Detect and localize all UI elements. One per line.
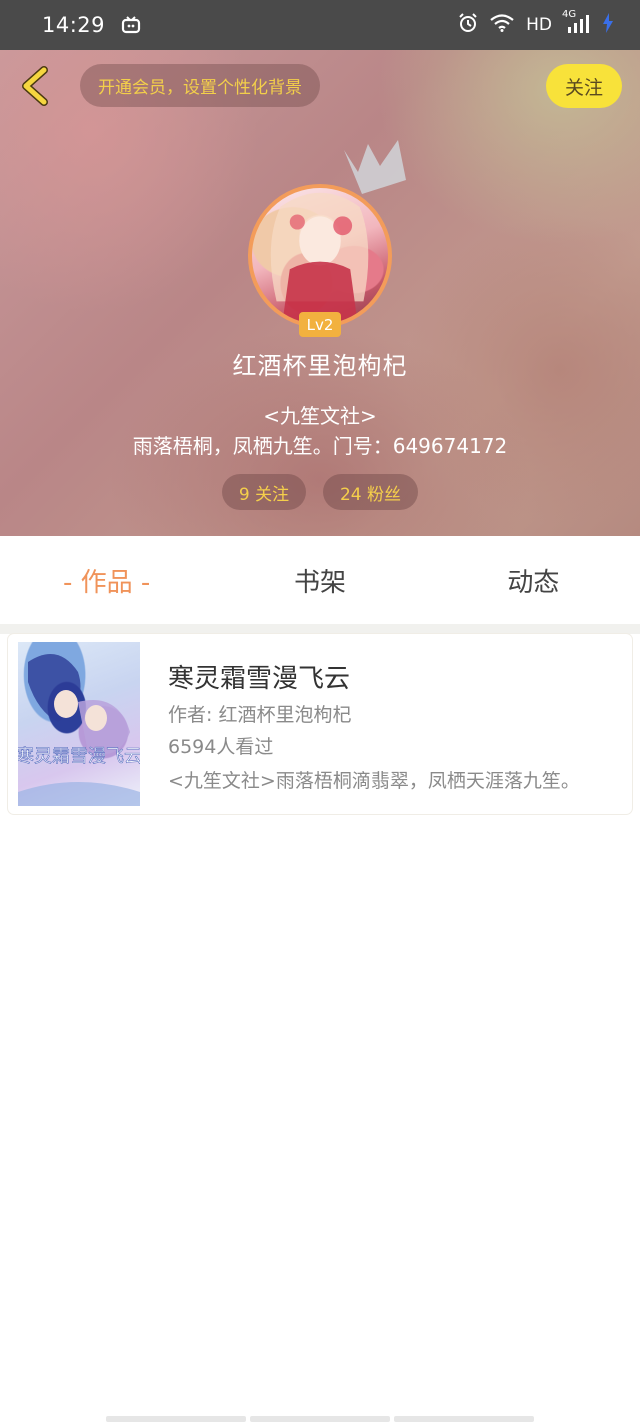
username: 红酒杯里泡枸杞 [232,352,408,380]
follow-button[interactable]: 关注 [546,64,622,108]
follow-label: 关注 [564,76,603,99]
back-button[interactable] [14,62,58,110]
alarm-icon [458,12,478,38]
bio-line-1: <九笙文社> [263,404,377,428]
book-title[interactable]: 寒灵霜雪漫飞云 [168,658,350,695]
tab-works[interactable]: - 作品 - [0,562,213,599]
tab-bookshelf[interactable]: 书架 [213,562,426,599]
book-views: 6594人看过 [168,736,274,758]
signal-icon: 4G [562,9,590,35]
home-indicator-segment [394,1416,534,1422]
level-badge: Lv2 [299,312,341,337]
profile-header: 开通会员，设置个性化背景 关注 Lv2 红酒杯里泡枸杞 <九笙文社> 雨落梧桐，… [0,50,640,536]
tab-activity[interactable]: 动态 [427,562,640,599]
book-card[interactable]: 寒灵霜雪漫飞云 寒灵霜雪漫飞云 作者: 红酒杯里泡枸杞 6594人看过 <九笙文… [8,634,632,814]
following-count-button[interactable]: 9 关注 [222,474,306,510]
bio-line-2: 雨落梧桐，凤栖九笙。门号：649674172 [132,434,508,458]
signal-label: 4G [562,9,577,20]
cover-title-art: 寒灵霜雪漫飞云 [18,746,140,767]
back-chevron-icon [22,66,48,106]
network-label: HD [526,15,552,35]
vip-prompt-label: 开通会员，设置个性化背景 [98,78,302,98]
home-indicator-segment [106,1416,246,1422]
fans-count: 24 粉丝 [339,484,402,505]
status-indicators: HD 4G [458,9,614,38]
vip-background-button[interactable]: 开通会员，设置个性化背景 [80,64,320,107]
profile-tabs: - 作品 - 书架 动态 [0,536,640,624]
book-author: 作者: 红酒杯里泡枸杞 [168,704,352,726]
avatar[interactable] [248,184,392,328]
tv-icon [121,16,141,34]
section-divider [0,624,640,634]
status-bar: 14:29 HD 4G [0,0,640,50]
book-description: <九笙文社>雨落梧桐滴翡翠，凤栖天涯落九笙。 [168,770,580,792]
book-cover[interactable]: 寒灵霜雪漫飞云 [18,642,140,806]
following-count: 9 关注 [238,484,290,505]
home-indicator-segment [250,1416,390,1422]
wifi-icon [490,13,514,37]
charging-icon [602,12,614,38]
status-time: 14:29 [42,13,106,37]
fans-count-button[interactable]: 24 粉丝 [323,474,418,510]
home-indicator[interactable] [106,1416,534,1422]
